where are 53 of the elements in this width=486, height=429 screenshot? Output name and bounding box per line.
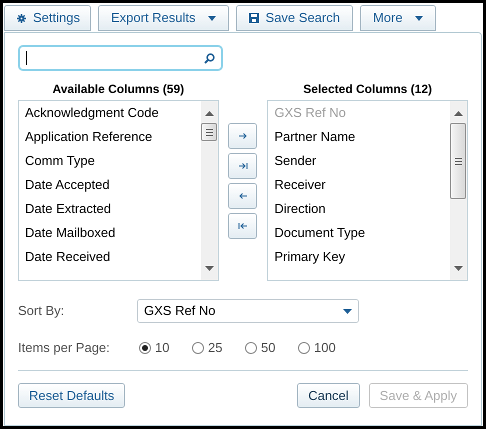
list-heading: Selected Columns (12) (302, 82, 433, 96)
list-item[interactable]: Sender (274, 149, 450, 173)
list-item[interactable]: Date Accepted (25, 173, 201, 197)
list-item[interactable]: Receiver (274, 173, 450, 197)
radio-label: 10 (155, 339, 170, 358)
scrollbar[interactable] (200, 101, 218, 280)
list-item[interactable]: Document Type (274, 221, 450, 245)
list-item[interactable]: Comm Type (25, 149, 201, 173)
move-all-left-button[interactable] (228, 213, 258, 239)
arrow-icon (238, 192, 248, 200)
caret-icon (343, 308, 352, 314)
toolbar-button[interactable]: More (360, 5, 436, 31)
search-field[interactable] (18, 45, 223, 71)
list-item[interactable]: Application Reference (25, 125, 201, 149)
field-label: Sort By: (18, 302, 66, 320)
search-icon (204, 52, 215, 64)
save-icon (248, 13, 259, 23)
radio-label: 100 (314, 339, 336, 358)
arrow-icon (238, 222, 248, 230)
radio-label: 25 (208, 339, 222, 358)
column-listbox[interactable]: Acknowledgment Code Application Reference Comm Type Date Accepted Date Extracted Date Mailboxed Date Received (18, 100, 219, 281)
radio-label: 50 (261, 339, 276, 358)
scroll-down-icon[interactable] (454, 266, 463, 271)
scroll-down-icon[interactable] (204, 266, 214, 271)
dropdown-value: GXS Ref No (144, 302, 217, 320)
radio-button[interactable] (139, 342, 151, 354)
field-label: Items per Page: (18, 339, 111, 358)
scroll-up-icon[interactable] (454, 111, 463, 116)
cancel-button[interactable]: Cancel (297, 383, 360, 408)
toolbar-button[interactable]: Export Results (98, 5, 229, 31)
caret-icon (208, 16, 216, 20)
list-item[interactable]: Date Received (25, 245, 201, 269)
move-all-right-button[interactable] (228, 153, 258, 179)
radio-button[interactable] (245, 342, 257, 354)
list-item[interactable]: Date Mailboxed (25, 221, 201, 245)
arrow-icon (238, 132, 248, 140)
list-item[interactable]: Acknowledgment Code (25, 101, 201, 125)
list-item[interactable]: Date Extracted (25, 197, 201, 221)
list-item[interactable]: Direction (274, 197, 450, 221)
radio-button[interactable] (192, 342, 204, 354)
list-heading: Available Columns (59) (52, 82, 186, 96)
reset-defaults-button[interactable]: Reset Defaults (18, 383, 126, 408)
scroll-up-icon[interactable] (204, 111, 214, 116)
sort-dropdown[interactable]: GXS Ref No (137, 299, 359, 323)
arrow-icon (238, 162, 248, 170)
radio-button[interactable] (298, 342, 310, 354)
list-item[interactable]: Primary Key (274, 245, 450, 269)
toolbar-button[interactable]: Settings (4, 5, 91, 31)
scrollbar[interactable] (450, 101, 467, 280)
list-item[interactable]: Partner Name (274, 125, 450, 149)
toolbar-button[interactable]: Save Search (236, 5, 353, 31)
gear-icon (17, 14, 26, 22)
caret-icon (414, 16, 423, 20)
